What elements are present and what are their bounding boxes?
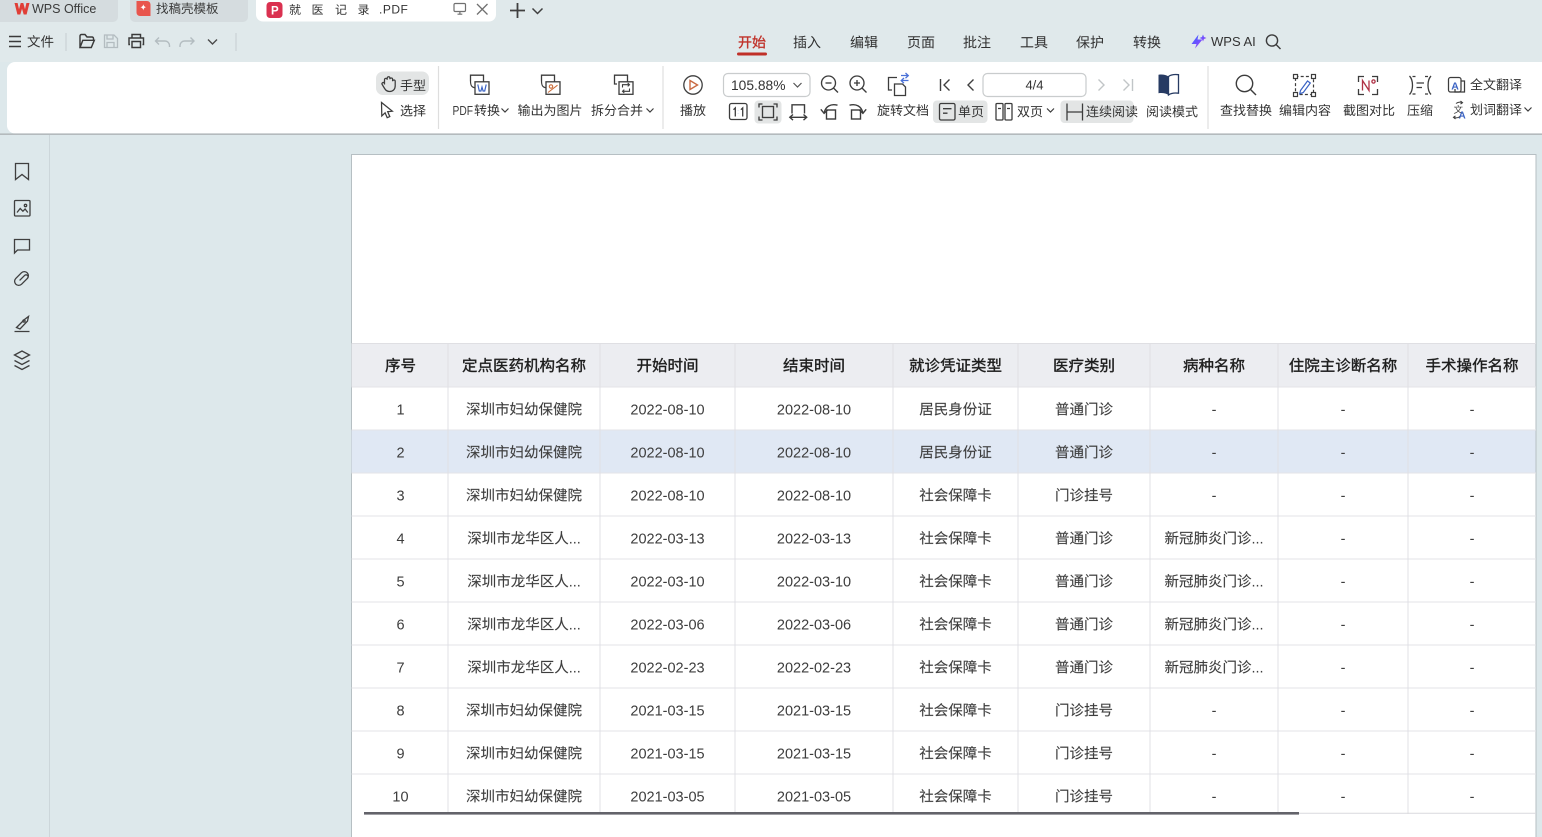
svg-text:-: - [1341,402,1346,418]
svg-text:2022-03-10: 2022-03-10 [630,574,704,590]
svg-text:-: - [1341,746,1346,762]
svg-text:1: 1 [396,402,404,418]
svg-text:8: 8 [396,703,404,719]
svg-text:-: - [1470,574,1475,590]
svg-text:...: ... [569,531,581,547]
svg-text:-: - [1212,789,1217,805]
svg-text:2022-08-10: 2022-08-10 [777,445,851,461]
svg-text:-: - [1212,402,1217,418]
svg-text:...: ... [569,574,581,590]
svg-text:-: - [1341,445,1346,461]
svg-text:A: A [1459,111,1466,122]
svg-text:2022-08-10: 2022-08-10 [630,402,704,418]
svg-text:2022-08-10: 2022-08-10 [630,488,704,504]
svg-text:2022-08-10: 2022-08-10 [630,445,704,461]
svg-text:-: - [1341,574,1346,590]
svg-text:-: - [1470,488,1475,504]
svg-text:-: - [1470,660,1475,676]
svg-text:3: 3 [396,488,404,504]
svg-text:2021-03-15: 2021-03-15 [777,703,851,719]
svg-text:...: ... [569,617,581,633]
svg-text:2022-03-13: 2022-03-13 [777,531,851,547]
svg-text:2021-03-15: 2021-03-15 [777,746,851,762]
svg-text:-: - [1341,617,1346,633]
svg-text:2022-03-06: 2022-03-06 [630,617,704,633]
svg-text:A: A [1451,80,1459,92]
svg-text:...: ... [1252,660,1264,676]
svg-text:-: - [1212,703,1217,719]
svg-text:2022-02-23: 2022-02-23 [630,660,704,676]
svg-text:4: 4 [396,531,404,547]
svg-text:...: ... [1252,531,1264,547]
svg-text:2022-08-10: 2022-08-10 [777,488,851,504]
svg-text:2021-03-15: 2021-03-15 [630,746,704,762]
svg-text:105.88%: 105.88% [731,78,785,93]
svg-text:-: - [1341,789,1346,805]
svg-text:2021-03-05: 2021-03-05 [630,789,704,805]
svg-text:-: - [1341,660,1346,676]
svg-text:...: ... [569,660,581,676]
svg-text:2021-03-15: 2021-03-15 [630,703,704,719]
svg-text:-: - [1470,703,1475,719]
svg-text:.PDF: .PDF [379,3,408,17]
svg-text:2022-03-13: 2022-03-13 [630,531,704,547]
svg-text:WPS Office: WPS Office [32,2,96,16]
svg-text:9: 9 [396,746,404,762]
svg-text:WPS AI: WPS AI [1211,34,1256,49]
svg-text:-: - [1470,617,1475,633]
svg-text:10: 10 [392,789,408,805]
svg-text:...: ... [1252,574,1264,590]
svg-text:-: - [1470,445,1475,461]
svg-text:5: 5 [396,574,404,590]
svg-text:6: 6 [396,617,404,633]
svg-text:-: - [1212,488,1217,504]
svg-text:-: - [1470,746,1475,762]
svg-text:P: P [271,6,279,18]
svg-text:PDF: PDF [453,104,474,118]
svg-text:-: - [1470,402,1475,418]
svg-text:-: - [1341,703,1346,719]
svg-text:2022-08-10: 2022-08-10 [777,402,851,418]
svg-text:2021-03-05: 2021-03-05 [777,789,851,805]
svg-text:2: 2 [396,445,404,461]
svg-text:-: - [1341,531,1346,547]
svg-text:-: - [1470,789,1475,805]
svg-text:-: - [1341,488,1346,504]
svg-text:-: - [1470,531,1475,547]
svg-text:2022-03-06: 2022-03-06 [777,617,851,633]
svg-text:-: - [1212,445,1217,461]
svg-text:-: - [1212,746,1217,762]
svg-text:4/4: 4/4 [1025,78,1043,93]
svg-text:2022-03-10: 2022-03-10 [777,574,851,590]
svg-text:7: 7 [396,660,404,676]
svg-text:...: ... [1252,617,1264,633]
svg-text:2022-02-23: 2022-02-23 [777,660,851,676]
